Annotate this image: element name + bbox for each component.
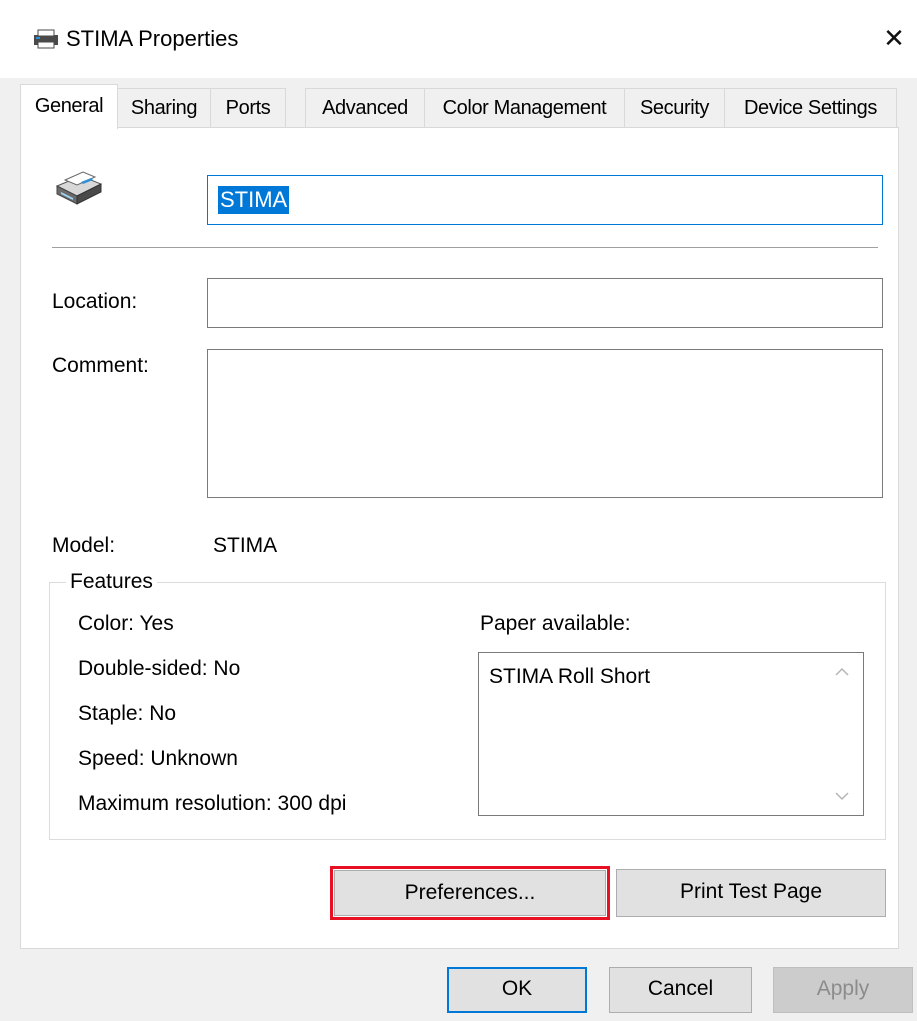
close-icon[interactable]: ✕ [874,18,914,58]
printer-name-input[interactable]: STIMA [207,175,883,225]
tab-device-settings[interactable]: Device Settings [724,88,897,128]
printer-icon [55,171,103,205]
tab-general[interactable]: General [20,84,118,129]
printer-name-selected-text: STIMA [218,186,290,214]
tab-color-management[interactable]: Color Management [424,88,625,128]
tab-strip: General Sharing Ports Advanced Color Man… [20,84,900,129]
model-label: Model: [52,534,116,557]
divider [52,247,878,248]
tab-ports[interactable]: Ports [210,88,286,128]
tab-advanced[interactable]: Advanced [305,88,425,128]
features-legend: Features [66,570,157,594]
feature-speed: Speed: Unknown [78,747,238,770]
cancel-button[interactable]: Cancel [609,967,752,1013]
location-label: Location: [52,290,138,313]
paper-list[interactable]: STIMA Roll Short [478,652,864,816]
chevron-up-icon[interactable] [835,667,849,677]
tab-sharing[interactable]: Sharing [117,88,211,128]
highlight-box [330,866,610,920]
printer-icon [34,29,58,49]
print-test-page-button[interactable]: Print Test Page [616,869,886,917]
feature-double-sided: Double-sided: No [78,657,241,680]
tab-security[interactable]: Security [624,88,725,128]
comment-textarea[interactable] [207,349,883,498]
feature-max-resolution: Maximum resolution: 300 dpi [78,792,347,815]
model-value: STIMA [213,534,278,557]
window-title: STIMA Properties [66,26,239,51]
list-item[interactable]: STIMA Roll Short [489,663,650,691]
apply-button[interactable]: Apply [773,967,913,1013]
feature-staple: Staple: No [78,702,177,725]
feature-color: Color: Yes [78,612,174,635]
comment-label: Comment: [52,354,149,377]
chevron-down-icon[interactable] [835,791,849,801]
tab-page-general: STIMA Location: Comment: Model: STIMA Fe… [20,127,899,949]
ok-button[interactable]: OK [447,967,587,1013]
paper-available-label: Paper available: [480,612,631,635]
location-input[interactable] [207,278,883,328]
properties-dialog: STIMA Properties ✕ General Sharing Ports… [0,0,917,1021]
title-bar: STIMA Properties ✕ [0,0,917,78]
